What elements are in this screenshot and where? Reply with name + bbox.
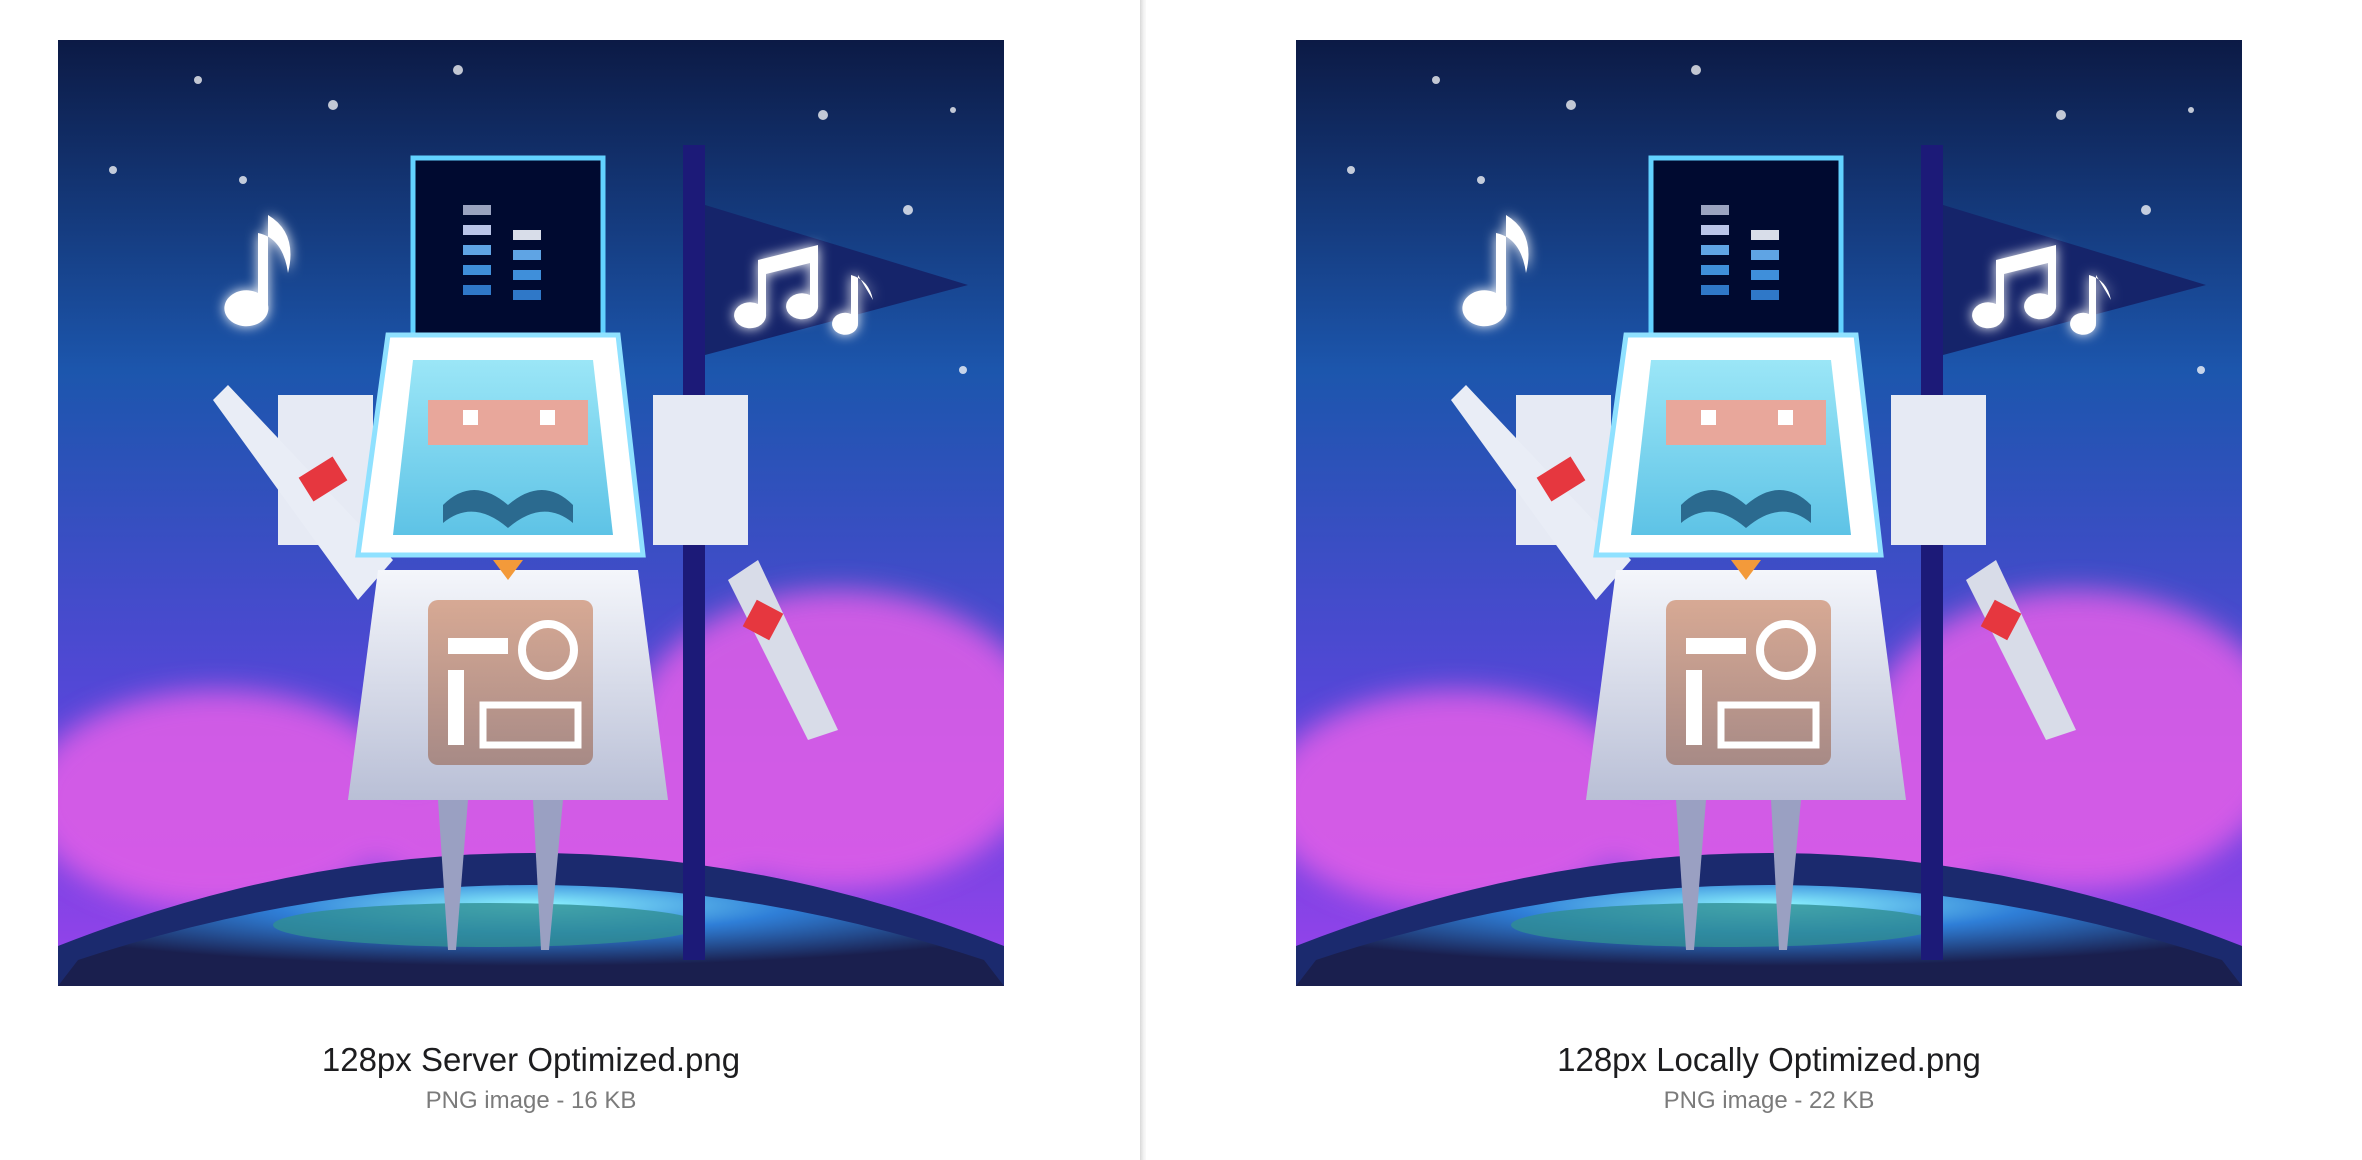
file-meta: PNG image - 22 KB xyxy=(1663,1087,1875,1114)
file-thumbnail[interactable] xyxy=(1296,40,2242,986)
file-pane-left: 128px Server Optimized.png PNG image - 1… xyxy=(0,0,1140,1160)
robot-app-icon xyxy=(58,40,1004,986)
file-meta: PNG image - 16 KB xyxy=(425,1087,637,1114)
file-name[interactable]: 128px Server Optimized.png xyxy=(58,1038,1004,1082)
file-caption: 128px Locally Optimized.png PNG image - … xyxy=(1296,1038,2242,1118)
file-pane-right: 128px Locally Optimized.png PNG image - … xyxy=(1146,0,2362,1160)
file-caption: 128px Server Optimized.png PNG image - 1… xyxy=(58,1038,1004,1118)
file-thumbnail[interactable] xyxy=(58,40,1004,986)
robot-app-icon xyxy=(1296,40,2242,986)
file-name[interactable]: 128px Locally Optimized.png xyxy=(1296,1038,2242,1082)
